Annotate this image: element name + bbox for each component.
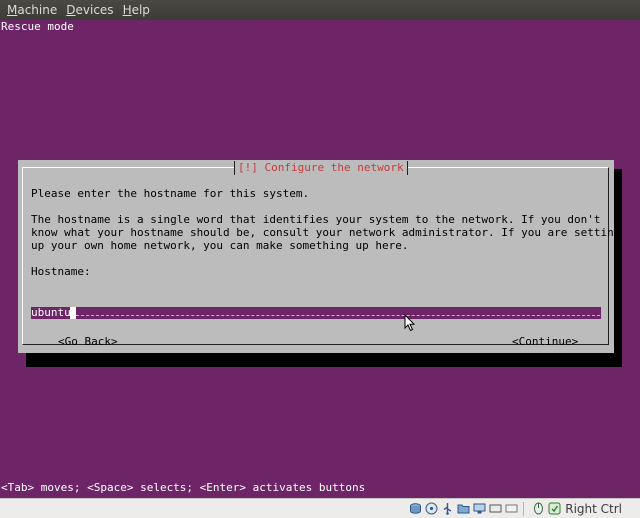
display-icon[interactable] (489, 502, 502, 515)
shared-folders-icon[interactable] (457, 502, 470, 515)
screen-title: Rescue mode (1, 20, 74, 33)
dialog-description-line: know what your hostname should be, consu… (31, 226, 621, 239)
vm-statusbar: Right Ctrl (0, 498, 640, 518)
keyboard-help: <Tab> moves; <Space> selects; <Enter> ac… (1, 481, 366, 494)
host-menubar: Machine Devices Help (0, 0, 640, 20)
mouse-integration-icon[interactable] (532, 502, 545, 515)
hostname-label: Hostname: (31, 265, 91, 278)
dialog-prompt: Please enter the hostname for this syste… (31, 187, 310, 200)
video-capture-icon[interactable] (505, 502, 518, 515)
hostname-field[interactable] (31, 307, 601, 319)
statusbar-separator (523, 501, 525, 516)
menu-devices[interactable]: Devices (63, 3, 116, 17)
continue-button[interactable]: <Continue> (512, 335, 578, 348)
menu-help[interactable]: Help (120, 3, 153, 17)
hard-disk-icon[interactable] (409, 502, 422, 515)
dialog-description-line: The hostname is a single word that ident… (31, 213, 601, 226)
optical-drive-icon[interactable] (425, 502, 438, 515)
dialog-title: [!] Configure the network (234, 161, 408, 175)
network-icon[interactable] (473, 502, 486, 515)
usb-icon[interactable] (441, 502, 454, 515)
host-key-label: Right Ctrl (565, 501, 622, 516)
configure-network-dialog: [!] Configure the network Please enter t… (18, 160, 620, 353)
dialog-description-line: up your own home network, you can make s… (31, 239, 409, 252)
menu-machine[interactable]: Machine (4, 3, 60, 17)
mouse-pointer-icon (404, 314, 416, 332)
keyboard-capture-icon[interactable] (548, 502, 561, 515)
go-back-button[interactable]: <Go Back> (58, 335, 118, 348)
guest-screen[interactable]: Rescue mode [!] Configure the network Pl… (0, 20, 640, 498)
